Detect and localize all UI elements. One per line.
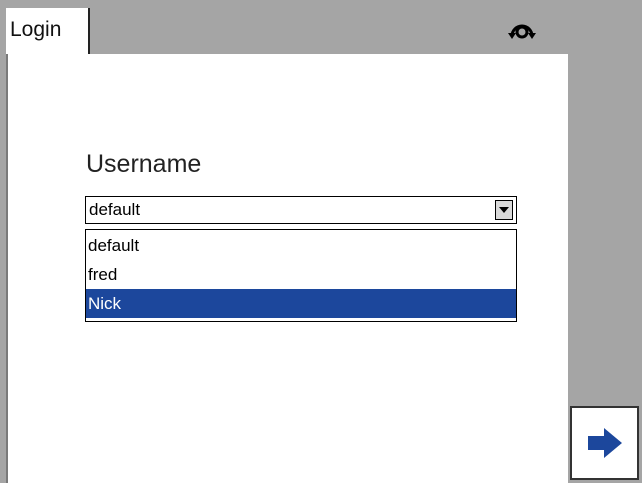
dropdown-option-selected[interactable]: Nick: [86, 289, 516, 318]
next-button[interactable]: [570, 406, 639, 480]
sync-icon[interactable]: [506, 14, 538, 44]
tab-login[interactable]: Login: [6, 8, 90, 54]
chevron-down-icon[interactable]: [495, 200, 513, 220]
dropdown-option[interactable]: fred: [86, 260, 516, 289]
username-label: Username: [86, 150, 202, 178]
tab-login-label: Login: [10, 18, 62, 41]
dropdown-option[interactable]: default: [86, 231, 516, 260]
username-dropdown-list: default fred Nick: [85, 229, 517, 322]
right-arrow-icon: [588, 428, 622, 458]
username-select[interactable]: default: [85, 196, 517, 224]
username-select-value: default: [89, 200, 141, 219]
